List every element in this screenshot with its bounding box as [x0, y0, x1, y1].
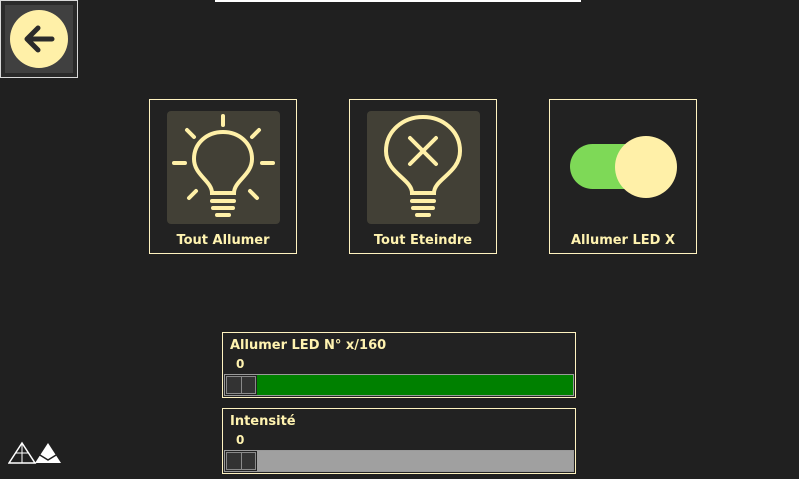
led-number-slider-track [257, 375, 573, 395]
intensity-title: Intensité [230, 414, 296, 429]
toggle-led-label: Allumer LED X [570, 233, 676, 248]
all-off-button[interactable]: Tout Eteindre [349, 99, 497, 254]
led-number-title: Allumer LED N° x/160 [230, 338, 387, 353]
all-on-button[interactable]: Tout Allumer [149, 99, 297, 254]
led-number-panel: Allumer LED N° x/160 0 [222, 332, 576, 398]
led-number-value: 0 [236, 357, 245, 371]
led-number-slider-handle[interactable] [226, 376, 256, 394]
lightbulb-off-icon [367, 111, 480, 224]
led-number-slider[interactable] [224, 374, 574, 396]
back-button-inner [5, 5, 73, 73]
all-off-label: Tout Eteindre [373, 233, 473, 248]
toggle-led-button[interactable]: Allumer LED X [549, 99, 697, 254]
intensity-value: 0 [236, 433, 245, 447]
intensity-slider-handle[interactable] [226, 452, 256, 470]
intensity-panel: Intensité 0 [222, 408, 576, 474]
toggle-switch-icon [570, 136, 680, 200]
intensity-slider[interactable] [224, 450, 574, 472]
brand-logo-icon [7, 440, 64, 470]
all-on-label: Tout Allumer [176, 233, 270, 248]
top-menu-strip [215, 0, 581, 2]
intensity-slider-track [257, 451, 573, 471]
lightbulb-on-icon [167, 111, 280, 224]
back-button[interactable] [0, 0, 78, 78]
back-arrow-icon [10, 10, 68, 68]
